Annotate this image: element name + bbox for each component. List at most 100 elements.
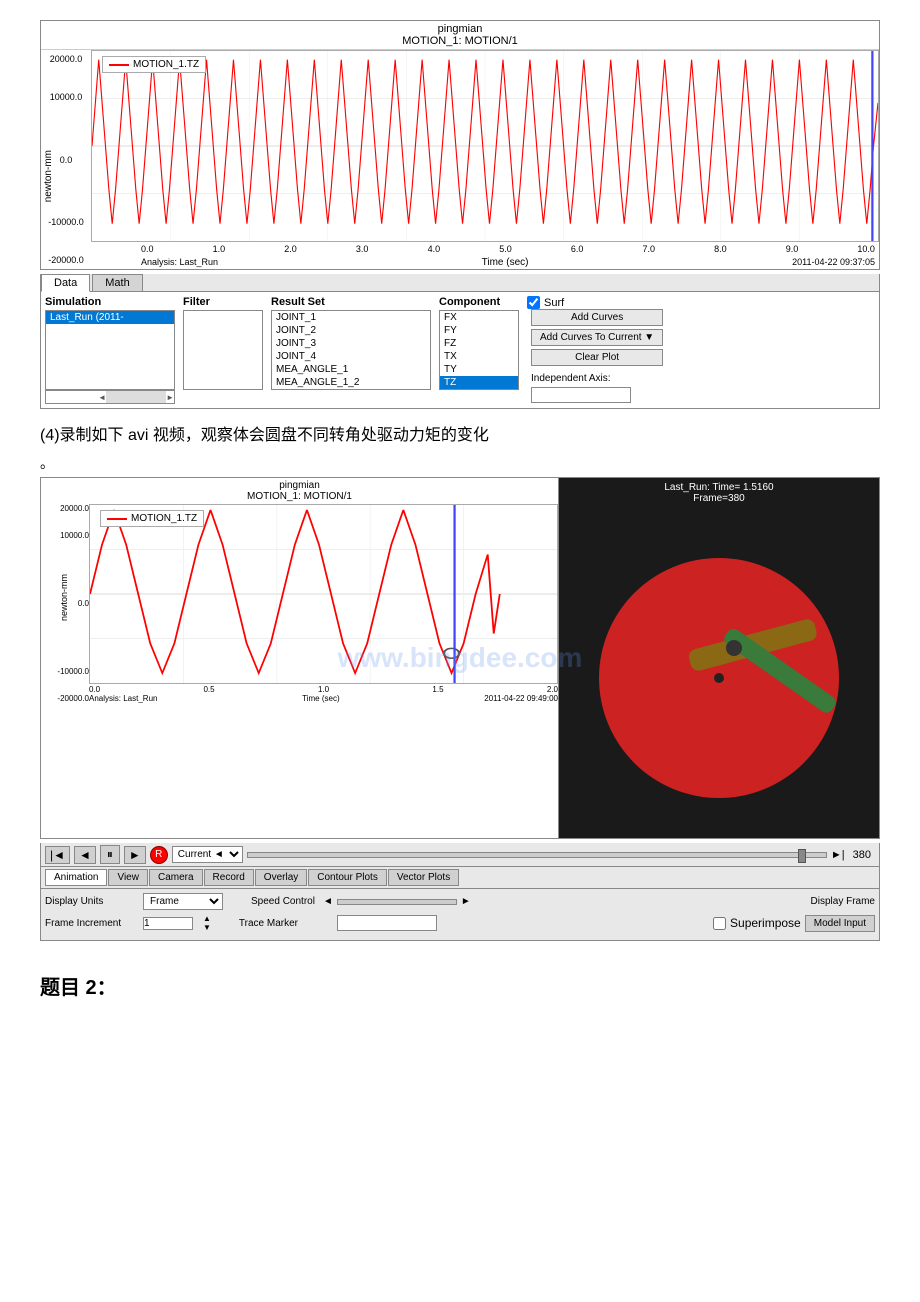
left-x-labels: 0.0 0.5 1.0 1.5 2.0 bbox=[89, 685, 558, 694]
tabs-content: Simulation Last_Run (2011- ◄ ► Filter Re… bbox=[41, 292, 879, 408]
y-mid-pos-label: 10000.0 bbox=[48, 88, 85, 106]
display-units-select[interactable]: Frame Time bbox=[143, 893, 223, 910]
trace-marker-input[interactable] bbox=[337, 915, 437, 931]
tabs-section: Data Math Simulation Last_Run (2011- ◄ ►… bbox=[40, 274, 880, 409]
step-back-button[interactable]: ◄ bbox=[74, 846, 96, 864]
result-list[interactable]: JOINT_1 JOINT_2 JOINT_3 JOINT_4 MEA_ANGL… bbox=[271, 310, 431, 390]
scroll-right-icon[interactable]: ► bbox=[166, 393, 174, 402]
chart-title-line2: MOTION_1: MOTION/1 bbox=[402, 35, 518, 47]
comp-tx[interactable]: TX bbox=[440, 350, 518, 363]
add-curves-button[interactable]: Add Curves bbox=[531, 309, 663, 326]
surf-buttons-col: Surf Add Curves Add Curves To Current ▼ … bbox=[527, 296, 663, 403]
speed-slider: ◄ ► bbox=[323, 896, 471, 907]
result-joint1[interactable]: JOINT_1 bbox=[272, 311, 430, 324]
result-motion1[interactable]: Motion_1 bbox=[272, 389, 430, 390]
result-joint4[interactable]: JOINT_4 bbox=[272, 350, 430, 363]
x-label-3: 3.0 bbox=[356, 244, 369, 254]
increment-down-icon[interactable]: ▼ bbox=[203, 923, 211, 932]
slider-thumb[interactable] bbox=[798, 849, 806, 863]
pause-button[interactable]: ⏸ bbox=[100, 845, 120, 864]
tab-contour-plots[interactable]: Contour Plots bbox=[308, 869, 387, 886]
comp-tz[interactable]: TZ bbox=[440, 376, 518, 389]
result-joint2[interactable]: JOINT_2 bbox=[272, 324, 430, 337]
y-axis-label: newton-mm bbox=[43, 150, 54, 202]
comp-ang[interactable]: ANG bbox=[440, 389, 518, 390]
comp-fx[interactable]: FX bbox=[440, 311, 518, 324]
comp-fy[interactable]: FY bbox=[440, 324, 518, 337]
tab-record[interactable]: Record bbox=[204, 869, 254, 886]
x-label-7: 7.0 bbox=[642, 244, 655, 254]
top-chart-area: 20000.0 10000.0 0.0 -10000.0 -20000.0 ne… bbox=[41, 49, 879, 269]
step-forward-button[interactable]: ► bbox=[124, 846, 146, 864]
surf-label: Surf bbox=[544, 297, 564, 309]
frame-count: 380 bbox=[849, 849, 875, 861]
x-axis-labels: 0.0 1.0 2.0 3.0 4.0 5.0 6.0 7.0 8.0 9.0 … bbox=[91, 242, 879, 256]
speed-control-label: Speed Control bbox=[251, 896, 315, 907]
x-label-8: 8.0 bbox=[714, 244, 727, 254]
left-y-min: -20000.0 bbox=[57, 694, 89, 703]
filter-label: Filter bbox=[183, 296, 263, 308]
top-chart-title: pingmian MOTION_1: MOTION/1 bbox=[41, 21, 879, 49]
result-set-label: Result Set bbox=[271, 296, 431, 308]
y-max-label: 20000.0 bbox=[48, 50, 85, 68]
superimpose-checkbox[interactable] bbox=[713, 917, 726, 930]
tabs-header: Data Math bbox=[41, 274, 879, 292]
left-title-2: MOTION_1: MOTION/1 bbox=[247, 491, 352, 502]
increment-spinners: ▲ ▼ bbox=[203, 914, 211, 932]
top-chart-plot[interactable]: MOTION_1.TZ bbox=[91, 50, 879, 242]
x-label-1: 1.0 bbox=[213, 244, 226, 254]
x-axis-title: Time (sec) bbox=[218, 257, 792, 268]
chart-title-line1: pingmian bbox=[438, 23, 483, 35]
legend-line-icon bbox=[109, 64, 129, 66]
current-select[interactable]: Current ◄ bbox=[172, 846, 243, 863]
speed-right-arrow[interactable]: ► bbox=[461, 896, 471, 907]
comp-ty[interactable]: TY bbox=[440, 363, 518, 376]
model-input-button[interactable]: Model Input bbox=[805, 915, 875, 932]
tab-view[interactable]: View bbox=[108, 869, 148, 886]
result-mea1[interactable]: MEA_ANGLE_1 bbox=[272, 363, 430, 376]
record-button[interactable]: R bbox=[150, 846, 168, 864]
x-label-10: 10.0 bbox=[857, 244, 875, 254]
trace-marker-label: Trace Marker bbox=[239, 918, 329, 929]
component-label: Component bbox=[439, 296, 519, 308]
result-joint3[interactable]: JOINT_3 bbox=[272, 337, 430, 350]
tab-overlay[interactable]: Overlay bbox=[255, 869, 307, 886]
skip-start-button[interactable]: |◄ bbox=[45, 846, 70, 864]
tab-animation[interactable]: Animation bbox=[45, 869, 107, 886]
tab-data[interactable]: Data bbox=[41, 274, 90, 292]
display-units-row: Display Units Frame Time Speed Control ◄… bbox=[45, 893, 875, 910]
left-legend-line-icon bbox=[107, 518, 127, 520]
left-title-1: pingmian bbox=[279, 480, 320, 491]
superimpose-label: Superimpose bbox=[730, 916, 801, 930]
filter-col: Filter bbox=[183, 296, 263, 390]
result-set-col: Result Set JOINT_1 JOINT_2 JOINT_3 JOINT… bbox=[271, 296, 431, 390]
animation-controls: Display Units Frame Time Speed Control ◄… bbox=[40, 889, 880, 941]
surf-checkbox[interactable] bbox=[527, 296, 540, 309]
left-chart-plot[interactable]: MOTION_1.TZ bbox=[89, 504, 558, 684]
legend-label: MOTION_1.TZ bbox=[133, 59, 199, 70]
component-list[interactable]: FX FY FZ TX TY TZ ANG bbox=[439, 310, 519, 390]
clear-plot-button[interactable]: Clear Plot bbox=[531, 349, 663, 366]
comp-fz[interactable]: FZ bbox=[440, 337, 518, 350]
scroll-thumb bbox=[106, 391, 166, 403]
scroll-left-icon[interactable]: ◄ bbox=[98, 393, 106, 402]
playback-slider[interactable] bbox=[247, 852, 827, 858]
tab-vector-plots[interactable]: Vector Plots bbox=[388, 869, 459, 886]
result-mea2[interactable]: MEA_ANGLE_1_2 bbox=[272, 376, 430, 389]
timestamp-label: 2011-04-22 09:37:05 bbox=[792, 257, 875, 268]
x-label-2: 2.0 bbox=[284, 244, 297, 254]
simulation-list[interactable]: Last_Run (2011- bbox=[45, 310, 175, 390]
y-zero-label: 0.0 bbox=[60, 106, 73, 213]
speed-track[interactable] bbox=[337, 899, 457, 905]
tab-camera[interactable]: Camera bbox=[149, 869, 203, 886]
tab-math[interactable]: Math bbox=[92, 274, 142, 291]
filter-input bbox=[183, 310, 263, 390]
sim-item-0[interactable]: Last_Run (2011- bbox=[46, 311, 174, 324]
chart-plot-wrapper: newton-mm MOTION_1.TZ bbox=[91, 50, 879, 269]
increment-up-icon[interactable]: ▲ bbox=[203, 914, 211, 923]
left-chart-legend: MOTION_1.TZ bbox=[100, 510, 204, 527]
add-curves-to-current-button[interactable]: Add Curves To Current ▼ bbox=[531, 329, 663, 346]
frame-increment-input[interactable] bbox=[143, 917, 193, 930]
playback-bar: |◄ ◄ ⏸ ► R Current ◄ ►| 380 bbox=[40, 843, 880, 867]
speed-left-arrow[interactable]: ◄ bbox=[323, 896, 333, 907]
